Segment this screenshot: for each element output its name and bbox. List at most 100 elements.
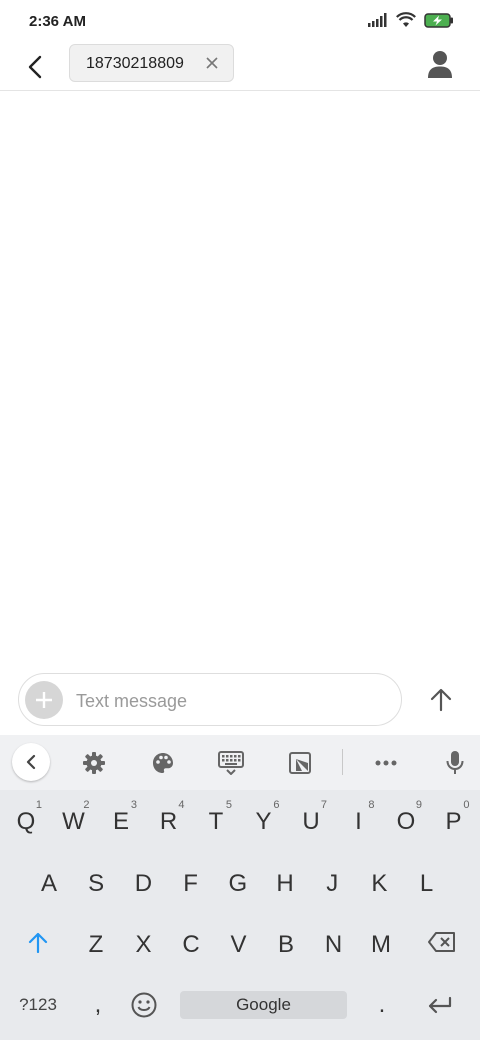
key-b[interactable]: B: [264, 920, 308, 970]
chevron-left-icon: [26, 754, 36, 770]
key-label: B: [277, 931, 294, 958]
key-label: W: [62, 808, 85, 835]
resize-icon: [289, 752, 311, 774]
key-label: F: [183, 870, 198, 897]
key-c[interactable]: C: [169, 920, 213, 970]
key-label: A: [40, 870, 57, 897]
key-q[interactable]: Q1: [4, 797, 48, 847]
space-key[interactable]: Google: [180, 991, 347, 1019]
key-label: Z: [88, 931, 104, 958]
key-label: K: [371, 870, 388, 897]
keyboard-layout-button[interactable]: [217, 749, 245, 777]
key-label: P: [445, 808, 462, 835]
key-z[interactable]: Z: [74, 920, 118, 970]
key-w[interactable]: W2: [52, 797, 96, 847]
wifi-icon: [396, 12, 416, 27]
key-a[interactable]: A: [27, 859, 71, 909]
recipient-chip[interactable]: 18730218809: [69, 44, 234, 82]
key-label: M: [371, 931, 391, 958]
key-f[interactable]: F: [169, 859, 213, 909]
key-y[interactable]: Y6: [242, 797, 286, 847]
key-hint: 2: [83, 799, 90, 811]
key-l[interactable]: L: [405, 859, 449, 909]
key-hint: 9: [415, 799, 422, 811]
key-x[interactable]: X: [122, 920, 166, 970]
recipient-number: 18730218809: [86, 55, 184, 72]
battery-charging-icon: [424, 12, 453, 28]
send-arrow-icon: [430, 688, 452, 712]
theme-button[interactable]: [149, 749, 177, 777]
key-k[interactable]: K: [357, 859, 401, 909]
conversation-header: 18730218809: [0, 44, 480, 91]
status-bar: 2:36 AM: [0, 0, 480, 44]
key-hint: 7: [320, 799, 327, 811]
comma-key[interactable]: ,: [76, 980, 120, 1030]
contact-icon[interactable]: [426, 50, 454, 80]
more-options-button[interactable]: [372, 749, 400, 777]
key-hint: 3: [130, 799, 137, 811]
compose-box: [18, 673, 402, 726]
period-key[interactable]: .: [360, 980, 404, 1030]
back-button[interactable]: [20, 50, 50, 84]
attach-button[interactable]: [25, 681, 63, 719]
key-hint: 1: [35, 799, 42, 811]
key-u[interactable]: U7: [289, 797, 333, 847]
key-label: Q: [16, 808, 36, 835]
signal-icon: [368, 13, 387, 27]
key-t[interactable]: T5: [194, 797, 238, 847]
voice-input-button[interactable]: [441, 749, 469, 777]
key-i[interactable]: I8: [337, 797, 381, 847]
key-h[interactable]: H: [263, 859, 307, 909]
key-p[interactable]: P0: [432, 797, 476, 847]
shift-key[interactable]: [16, 917, 60, 967]
key-label: I: [355, 808, 362, 835]
key-j[interactable]: J: [310, 859, 354, 909]
key-hint: 0: [463, 799, 470, 811]
key-hint: 6: [273, 799, 280, 811]
key-e[interactable]: E3: [99, 797, 143, 847]
key-g[interactable]: G: [216, 859, 260, 909]
status-time: 2:36 AM: [29, 13, 86, 30]
key-hint: 5: [225, 799, 232, 811]
key-o[interactable]: O9: [384, 797, 428, 847]
key-label: L: [419, 870, 434, 897]
key-label: N: [324, 931, 343, 958]
settings-button[interactable]: [80, 749, 108, 777]
backspace-key[interactable]: [420, 917, 464, 967]
key-hint: 8: [368, 799, 375, 811]
key-r[interactable]: R4: [147, 797, 191, 847]
enter-icon: [428, 996, 452, 1014]
key-label: D: [134, 870, 153, 897]
remove-recipient-icon[interactable]: [205, 56, 219, 70]
toolbar-collapse-button[interactable]: [12, 743, 50, 781]
key-label: J: [326, 870, 339, 897]
status-icons: [368, 12, 454, 28]
key-s[interactable]: S: [74, 859, 118, 909]
key-label: X: [135, 931, 152, 958]
message-input[interactable]: [76, 689, 376, 713]
resize-button[interactable]: [286, 749, 314, 777]
back-arrow-icon: [28, 55, 42, 79]
key-label: C: [182, 931, 200, 958]
plus-icon: [36, 692, 52, 708]
enter-key[interactable]: [418, 980, 462, 1030]
palette-icon: [153, 753, 173, 773]
keyboard: Q1W2E3R4T5Y6U7I8O9P0 ASDFGHJKL ZXCVBNM ?…: [0, 735, 480, 1040]
more-horiz-icon: [375, 760, 397, 766]
emoji-icon: [131, 992, 157, 1018]
key-m[interactable]: M: [359, 920, 403, 970]
key-d[interactable]: D: [121, 859, 165, 909]
key-label: R: [159, 808, 178, 835]
toolbar-divider: [342, 749, 343, 775]
key-v[interactable]: V: [217, 920, 261, 970]
key-n[interactable]: N: [312, 920, 356, 970]
backspace-icon: [428, 932, 455, 952]
send-button[interactable]: [424, 683, 458, 717]
symbols-key[interactable]: ?123: [14, 980, 62, 1030]
gear-icon: [83, 752, 105, 774]
emoji-key[interactable]: [122, 980, 166, 1030]
key-label: G: [228, 870, 248, 897]
key-label: S: [88, 870, 105, 897]
key-label: Y: [255, 808, 272, 835]
key-label: E: [112, 808, 129, 835]
